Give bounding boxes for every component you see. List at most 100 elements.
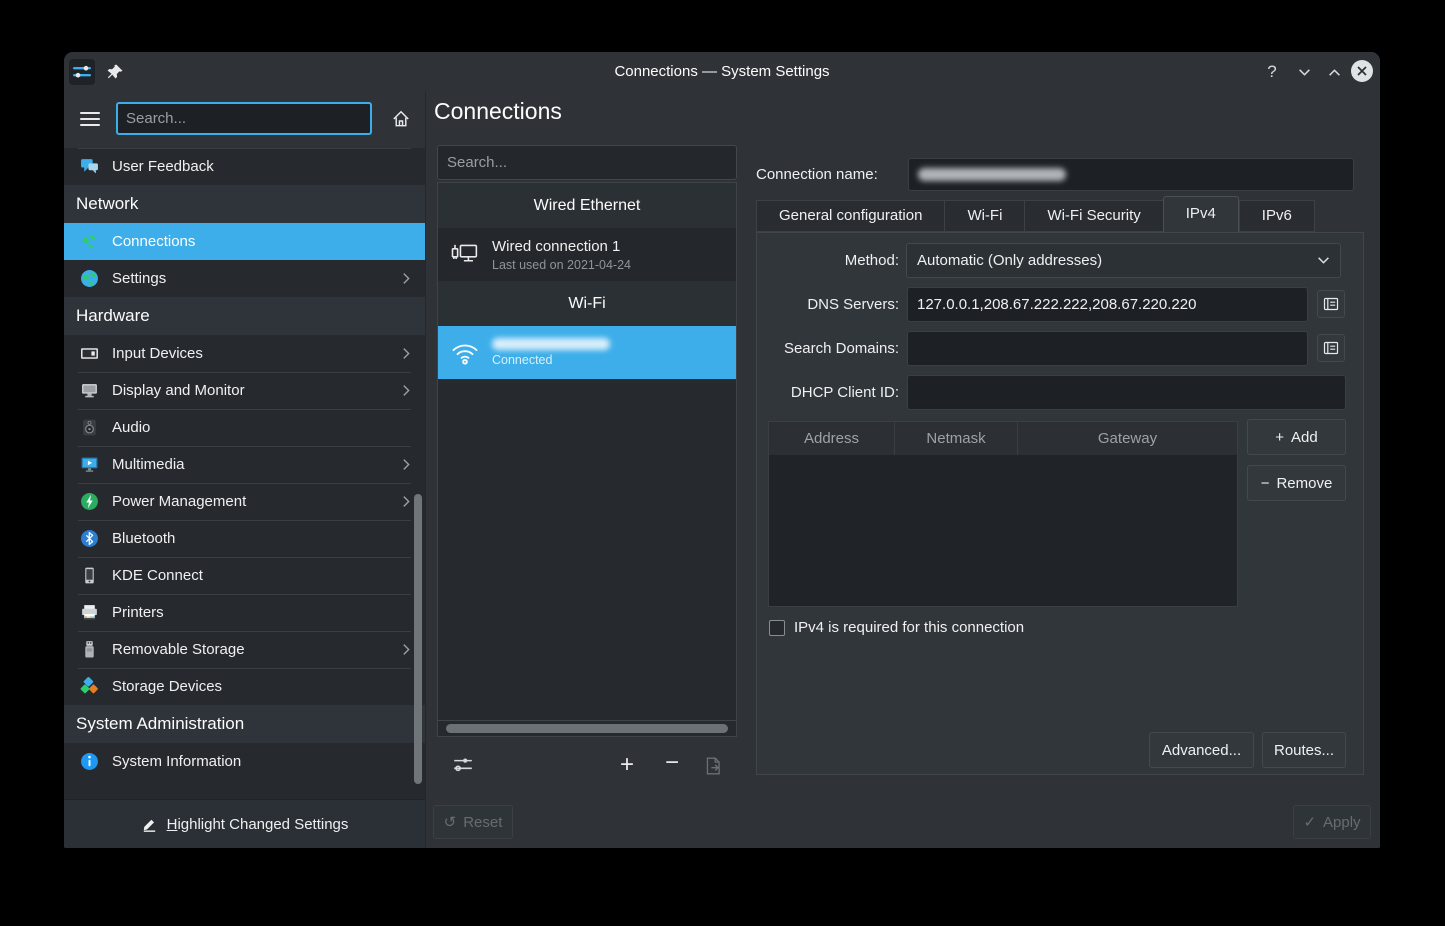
ethernet-icon	[448, 242, 482, 268]
desktop: { "colors": { "accent": "#3daee9", "wind…	[0, 0, 1445, 926]
smartphone-icon	[80, 566, 99, 585]
method-select[interactable]: Automatic (Only addresses)	[906, 243, 1341, 278]
globe-icon	[80, 269, 99, 288]
sidebar-item-display-monitor[interactable]: Display and Monitor	[64, 372, 425, 409]
redacted-ssid	[492, 338, 610, 350]
check-icon: ✓	[1303, 813, 1316, 831]
titlebar[interactable]: Connections — System Settings ?	[64, 52, 1380, 92]
connection-subtitle: Connected	[492, 353, 610, 367]
page-title: Connections	[434, 98, 562, 125]
sidebar-header-network: Network	[64, 185, 425, 223]
remove-connection-button[interactable]: −	[659, 750, 685, 776]
connection-item-wifi[interactable]: Connected	[438, 326, 736, 379]
sidebar-item-multimedia[interactable]: Multimedia	[64, 446, 425, 483]
sidebar-item-system-information[interactable]: System Information	[64, 743, 425, 780]
connection-title: Wired connection 1	[492, 238, 631, 255]
search-domains-input[interactable]	[907, 331, 1308, 366]
system-settings-window: Connections — System Settings ? User Fee…	[64, 52, 1380, 848]
search-domains-label: Search Domains:	[757, 331, 899, 366]
help-button[interactable]: ?	[1260, 60, 1284, 84]
ipv4-required-checkbox[interactable]	[769, 620, 785, 636]
sidebar-item-kde-connect[interactable]: KDE Connect	[64, 557, 425, 594]
addresses-table-body[interactable]	[769, 455, 1237, 606]
sidebar-item-storage-devices[interactable]: Storage Devices	[64, 668, 425, 705]
chevron-down-icon	[1317, 256, 1330, 265]
ipv4-required-checkbox-row[interactable]: IPv4 is required for this connection	[769, 619, 1024, 636]
highlighter-pen-icon	[141, 816, 158, 833]
window-title: Connections — System Settings	[64, 52, 1380, 92]
sidebar-item-connections[interactable]: Connections	[64, 223, 425, 260]
hamburger-menu-icon[interactable]	[80, 112, 100, 128]
tab-ipv4[interactable]: IPv4	[1163, 196, 1239, 232]
apply-button[interactable]: ✓ Apply	[1293, 805, 1371, 839]
connection-list-hscrollbar[interactable]	[438, 721, 736, 736]
minus-icon: −	[1261, 475, 1270, 492]
storage-devices-icon	[80, 677, 99, 696]
add-address-button[interactable]: + Add	[1247, 419, 1346, 455]
column-header-netmask[interactable]: Netmask	[895, 422, 1018, 455]
chevron-right-icon	[402, 384, 411, 397]
configure-connections-icon[interactable]	[450, 752, 476, 778]
sidebar: User Feedback Network Connections Settin…	[64, 92, 426, 848]
sidebar-item-printers[interactable]: Printers	[64, 594, 425, 631]
search-domains-edit-button[interactable]	[1317, 334, 1345, 362]
feedback-icon	[80, 157, 99, 176]
redacted-connection-name	[918, 168, 1066, 181]
dhcp-client-id-input[interactable]	[907, 375, 1346, 410]
reset-button[interactable]: ↺ Reset	[433, 805, 513, 839]
chevron-right-icon	[402, 458, 411, 471]
sidebar-item-bluetooth[interactable]: Bluetooth	[64, 520, 425, 557]
globe-icon	[80, 232, 99, 251]
chevron-right-icon	[402, 495, 411, 508]
sidebar-header-system-administration: System Administration	[64, 705, 425, 743]
advanced-button[interactable]: Advanced...	[1149, 732, 1254, 768]
sidebar-item-input-devices[interactable]: Input Devices	[64, 335, 425, 372]
highlight-changed-settings-button[interactable]: Highlight Changed Settings	[64, 799, 425, 848]
tab-bar: General configuration Wi-Fi Wi-Fi Securi…	[756, 200, 1315, 232]
sidebar-scrollbar[interactable]	[414, 494, 422, 784]
sidebar-item-removable-storage[interactable]: Removable Storage	[64, 631, 425, 668]
multimedia-icon	[80, 455, 99, 474]
connection-item-wired[interactable]: Wired connection 1 Last used on 2021-04-…	[438, 228, 736, 281]
sidebar-item-settings[interactable]: Settings	[64, 260, 425, 297]
usb-drive-icon	[80, 640, 99, 659]
sidebar-item-audio[interactable]: Audio	[64, 409, 425, 446]
addresses-table: Address Netmask Gateway	[768, 421, 1238, 607]
home-icon[interactable]	[391, 109, 411, 129]
export-connection-icon[interactable]	[700, 753, 726, 779]
chevron-right-icon	[402, 347, 411, 360]
dns-servers-input[interactable]	[907, 287, 1308, 322]
printer-icon	[80, 603, 99, 622]
close-button[interactable]	[1350, 59, 1374, 83]
addresses-table-header: Address Netmask Gateway	[769, 422, 1237, 455]
dns-servers-label: DNS Servers:	[757, 287, 899, 322]
remove-address-button[interactable]: − Remove	[1247, 465, 1346, 501]
sidebar-item-power-management[interactable]: Power Management	[64, 483, 425, 520]
connection-name-input[interactable]	[908, 158, 1354, 191]
sidebar-search-input[interactable]	[116, 102, 372, 135]
chevron-right-icon	[402, 272, 411, 285]
connection-name-label: Connection name:	[756, 158, 878, 191]
tab-ipv6[interactable]: IPv6	[1239, 200, 1315, 232]
tab-wifi-security[interactable]: Wi-Fi Security	[1024, 200, 1162, 232]
connection-list-search-input[interactable]	[437, 145, 737, 180]
routes-button[interactable]: Routes...	[1262, 732, 1346, 768]
add-connection-button[interactable]: +	[614, 752, 640, 778]
group-header-wifi: Wi-Fi	[438, 281, 736, 326]
keyboard-icon	[80, 344, 99, 363]
column-header-address[interactable]: Address	[769, 422, 895, 455]
shade-up-button[interactable]	[1322, 60, 1346, 84]
sidebar-item-user-feedback[interactable]: User Feedback	[64, 148, 425, 185]
power-icon	[80, 492, 99, 511]
column-header-gateway[interactable]: Gateway	[1018, 422, 1237, 455]
bluetooth-icon	[80, 529, 99, 548]
tab-wifi[interactable]: Wi-Fi	[944, 200, 1024, 232]
dns-servers-edit-button[interactable]	[1317, 290, 1345, 318]
connection-list-empty-area	[438, 379, 736, 720]
connection-subtitle: Last used on 2021-04-24	[492, 258, 631, 272]
tab-general-configuration[interactable]: General configuration	[756, 200, 944, 232]
wifi-icon	[448, 340, 482, 366]
shade-down-button[interactable]	[1292, 60, 1316, 84]
monitor-icon	[80, 381, 99, 400]
sidebar-header	[64, 92, 425, 148]
